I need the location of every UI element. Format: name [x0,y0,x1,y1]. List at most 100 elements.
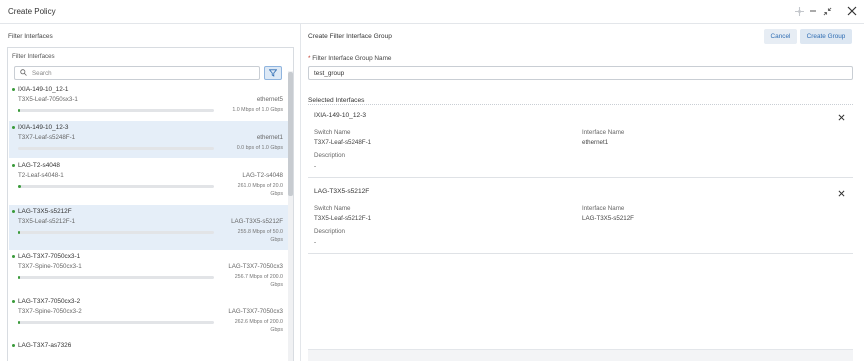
selected-interfaces-title: Selected Interfaces [308,97,365,104]
window-title: Create Policy [8,7,56,16]
description-value: - [314,163,317,170]
interface-list-item[interactable]: IXIA-149-10_12-1 T3X5-Leaf-7050sx3-1 ether… [9,83,289,120]
throughput-text: 261.0 Mbps of 20.0 Gbps [238,182,283,198]
switch-name: T3X5-Leaf-s5212F-1 [18,218,76,225]
move-icon[interactable] [793,5,805,17]
status-dot-icon [12,300,15,303]
throughput-line: Gbps [270,327,283,333]
interface-list-item[interactable]: IXIA-149-10_12-3 T3X7-Leaf-s5248F-1 ethern… [9,121,289,158]
interface-list-item[interactable]: LAG-T2-s4048 T2-Leaf-s4048-1 LAG-T2-s4048 2… [9,159,289,204]
switch-name: T3X7-Leaf-s5248F-1 [18,134,76,141]
search-input[interactable]: Search [14,66,260,80]
interface-label: ethernet5 [256,96,283,103]
interface-label: LAG-T3X7-7050cx3 [228,308,283,315]
throughput-line: 1.0 Mbps of 1.0 Gbps [232,107,283,113]
filter-icon [269,69,277,77]
cancel-button[interactable]: Cancel [764,29,797,44]
interface-name: LAG-T3X7-as7326 [18,342,72,349]
utilization-fill [18,276,20,279]
utilization-bar [18,276,214,279]
switch-name: T3X5-Leaf-7050sx3-1 [18,96,78,103]
status-dot-icon [12,88,15,91]
selected-interface-card: IXIA-149-10_12-3 Switch Name T3X7-Leaf-s52… [308,106,853,178]
utilization-fill [18,185,21,188]
switch-name-value: T3X7-Leaf-s5248F-1 [314,139,372,146]
interface-label: LAG-T3X5-s5212F [231,218,283,225]
interface-list-item[interactable]: LAG-T3X5-s5212F T3X5-Leaf-s5212F-1 LAG-T3X… [9,205,289,250]
throughput-line: 262.6 Mbps of 200.0 [234,319,283,325]
selected-interface-name: LAG-T3X5-s5212F [314,188,370,195]
interface-name: IXIA-149-10_12-3 [18,124,69,131]
status-dot-icon [12,255,15,258]
collapse-icon[interactable] [821,5,833,17]
search-placeholder: Search [32,70,52,77]
throughput-text: 262.6 Mbps of 200.0 Gbps [235,318,283,334]
switch-name-label: Switch Name [314,129,351,136]
filter-button[interactable] [264,66,282,80]
status-dot-icon [12,126,15,129]
interface-name: LAG-T3X7-7050cx3-1 [18,253,81,260]
utilization-fill [18,231,20,234]
throughput-text: 255.8 Mbps of 50.0 Gbps [238,228,283,244]
utilization-bar [18,231,214,234]
selected-interface-card: LAG-T3X5-s5212F Switch Name T3X5-Leaf-s521… [308,182,853,254]
status-dot-icon [12,210,15,213]
interface-label: LAG-T2-s4048 [242,172,283,179]
minimize-icon[interactable] [807,5,819,17]
switch-name: T3X7-Spine-7050cx3-1 [18,263,82,270]
horizontal-scrollbar[interactable] [308,349,853,361]
throughput-line: 256.7 Mbps of 200.0 [234,274,283,280]
interface-name-label: Interface Name [582,129,625,136]
throughput-text: 0.0 bps of 1.0 Gbps [237,144,283,152]
group-name-value: test_group [314,70,345,77]
switch-name-label: Switch Name [314,205,351,212]
throughput-text: 256.7 Mbps of 200.0 Gbps [235,273,283,289]
utilization-bar [18,147,214,150]
remove-interface-button[interactable] [838,189,845,199]
interface-name-value: LAG-T3X5-s5212F [582,215,634,222]
utilization-fill [18,321,20,324]
utilization-fill [18,109,20,112]
filter-interfaces-pane: Filter Interfaces Filter Interfaces Sear… [0,24,301,361]
throughput-text: 1.0 Mbps of 1.0 Gbps [232,106,283,114]
interface-list-item[interactable]: LAG-T3X7-7050cx3-2 T3X7-Spine-7050cx3-2 LA… [9,295,289,340]
interface-name-label: Interface Name [582,205,625,212]
interface-name: LAG-T2-s4048 [18,162,60,169]
switch-name: T2-Leaf-s4048-1 [18,172,64,179]
throughput-line: 261.0 Mbps of 20.0 [237,183,283,189]
interface-list-item[interactable]: LAG-T3X7-as7326 [9,339,289,361]
status-dot-icon [12,344,15,347]
throughput-line: 0.0 bps of 1.0 Gbps [236,145,283,151]
panel-title: Filter Interfaces [12,53,55,60]
pane-title: Create Filter Interface Group [308,33,392,40]
selected-interface-name: IXIA-149-10_12-3 [314,112,367,119]
required-marker: * [308,55,311,62]
divider [308,104,853,105]
interface-name: LAG-T3X5-s5212F [18,208,72,215]
remove-interface-button[interactable] [838,113,845,123]
description-label: Description [314,228,345,235]
throughput-line: Gbps [270,282,283,288]
section-title: Filter Interfaces [8,33,53,40]
interface-name: LAG-T3X7-7050cx3-2 [18,298,81,305]
group-name-label: * Filter Interface Group Name [308,55,391,62]
utilization-bar [18,109,214,112]
create-group-button[interactable]: Create Group [800,29,852,44]
throughput-line: Gbps [270,237,283,243]
create-group-pane: Create Filter Interface Group Cancel Cre… [302,24,864,361]
interface-label: ethernet1 [256,134,283,141]
interface-name: IXIA-149-10_12-1 [18,86,69,93]
close-icon[interactable] [846,5,858,17]
status-dot-icon [12,164,15,167]
window-titlebar: Create Policy [0,0,864,24]
group-name-label-text: Filter Interface Group Name [312,55,392,62]
interface-list-item[interactable]: LAG-T3X7-7050cx3-1 T3X7-Spine-7050cx3-1 LA… [9,250,289,295]
list-scrollbar[interactable] [288,71,293,361]
switch-name: T3X7-Spine-7050cx3-2 [18,308,82,315]
throughput-line: Gbps [270,191,283,197]
utilization-bar [18,321,214,324]
scrollbar-thumb[interactable] [288,72,293,196]
group-name-input[interactable]: test_group [308,66,853,80]
description-value: - [314,239,317,246]
interface-label: LAG-T3X7-7050cx3 [228,263,283,270]
